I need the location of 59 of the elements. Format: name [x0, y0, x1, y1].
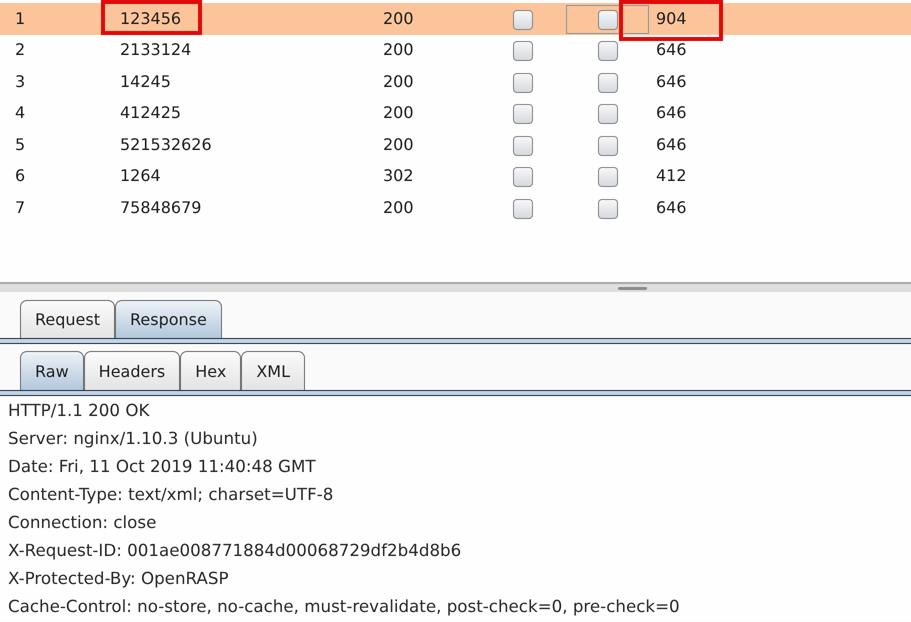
response-line: X-Protected-By: OpenRASP [7, 567, 230, 590]
table-cell: 904 [656, 8, 687, 29]
table-cell: 14245 [120, 72, 171, 92]
checkbox[interactable] [513, 41, 533, 61]
checkbox[interactable] [598, 72, 618, 92]
table-cell: 412 [656, 166, 687, 186]
checkbox[interactable] [513, 136, 533, 156]
table-cell: 646 [656, 134, 687, 155]
table-cell: 2133124 [120, 40, 192, 60]
table-cell: 646 [656, 198, 687, 218]
response-line: HTTP/1.1 200 OK [7, 399, 151, 422]
tab[interactable]: Raw [20, 351, 84, 390]
checkbox[interactable] [598, 198, 618, 218]
table-cell: 646 [656, 103, 687, 124]
response-line: Content-Type: text/xml; charset=UTF-8 [7, 483, 334, 506]
row-number: 1 [15, 8, 26, 29]
tab[interactable]: Response [115, 300, 222, 338]
table-cell: 302 [383, 166, 414, 186]
row-number: 4 [15, 103, 26, 124]
checkbox[interactable] [598, 167, 618, 187]
row-number: 3 [15, 72, 26, 92]
checkbox[interactable] [598, 41, 618, 61]
response-line: X-Request-ID: 001ae008771884d00068729df2b4d8b6 [7, 539, 462, 562]
checkbox[interactable] [513, 167, 533, 187]
table-cell: 200 [383, 8, 414, 29]
table-cell: 200 [383, 40, 414, 60]
table-cell: 412425 [120, 103, 182, 124]
checkbox[interactable] [598, 136, 618, 156]
response-line: Cache-Control: no-store, no-cache, must-revalidate, post-check=0, pre-check=0 [7, 595, 681, 618]
table-cell: 200 [383, 134, 414, 155]
table-cell: 75848679 [120, 198, 202, 218]
table-cell: 521532626 [120, 134, 212, 155]
selected-row[interactable]: 1 123456 200 904 [0, 3, 911, 34]
splitter-handle[interactable] [618, 286, 647, 290]
checkbox[interactable] [598, 104, 618, 124]
table-cell: 200 [383, 103, 414, 124]
checkbox[interactable] [513, 104, 533, 124]
checkbox[interactable] [513, 72, 533, 92]
response-line: Server: nginx/1.10.3 (Ubuntu) [7, 427, 259, 450]
table-cell: 200 [383, 72, 414, 92]
checkbox[interactable] [513, 198, 533, 218]
row-number: 2 [15, 40, 26, 60]
row-number: 7 [15, 198, 26, 218]
tab[interactable]: Request [20, 300, 115, 338]
focused-cell[interactable] [566, 5, 649, 34]
tab[interactable]: Hex [180, 351, 242, 390]
tab[interactable]: XML [241, 351, 305, 390]
row-number: 5 [15, 134, 26, 155]
table-cell: 646 [656, 72, 687, 92]
response-line: Date: Fri, 11 Oct 2019 11:40:48 GMT [7, 455, 317, 478]
response-line: Connection: close [7, 511, 158, 534]
tab[interactable]: Headers [84, 351, 180, 390]
table-cell: 200 [383, 198, 414, 218]
checkbox[interactable] [513, 10, 533, 30]
row-number: 6 [15, 166, 26, 186]
table-cell: 646 [656, 40, 687, 60]
checkbox[interactable] [598, 10, 618, 30]
table-cell: 1264 [120, 166, 161, 186]
table-cell: 123456 [120, 8, 182, 29]
